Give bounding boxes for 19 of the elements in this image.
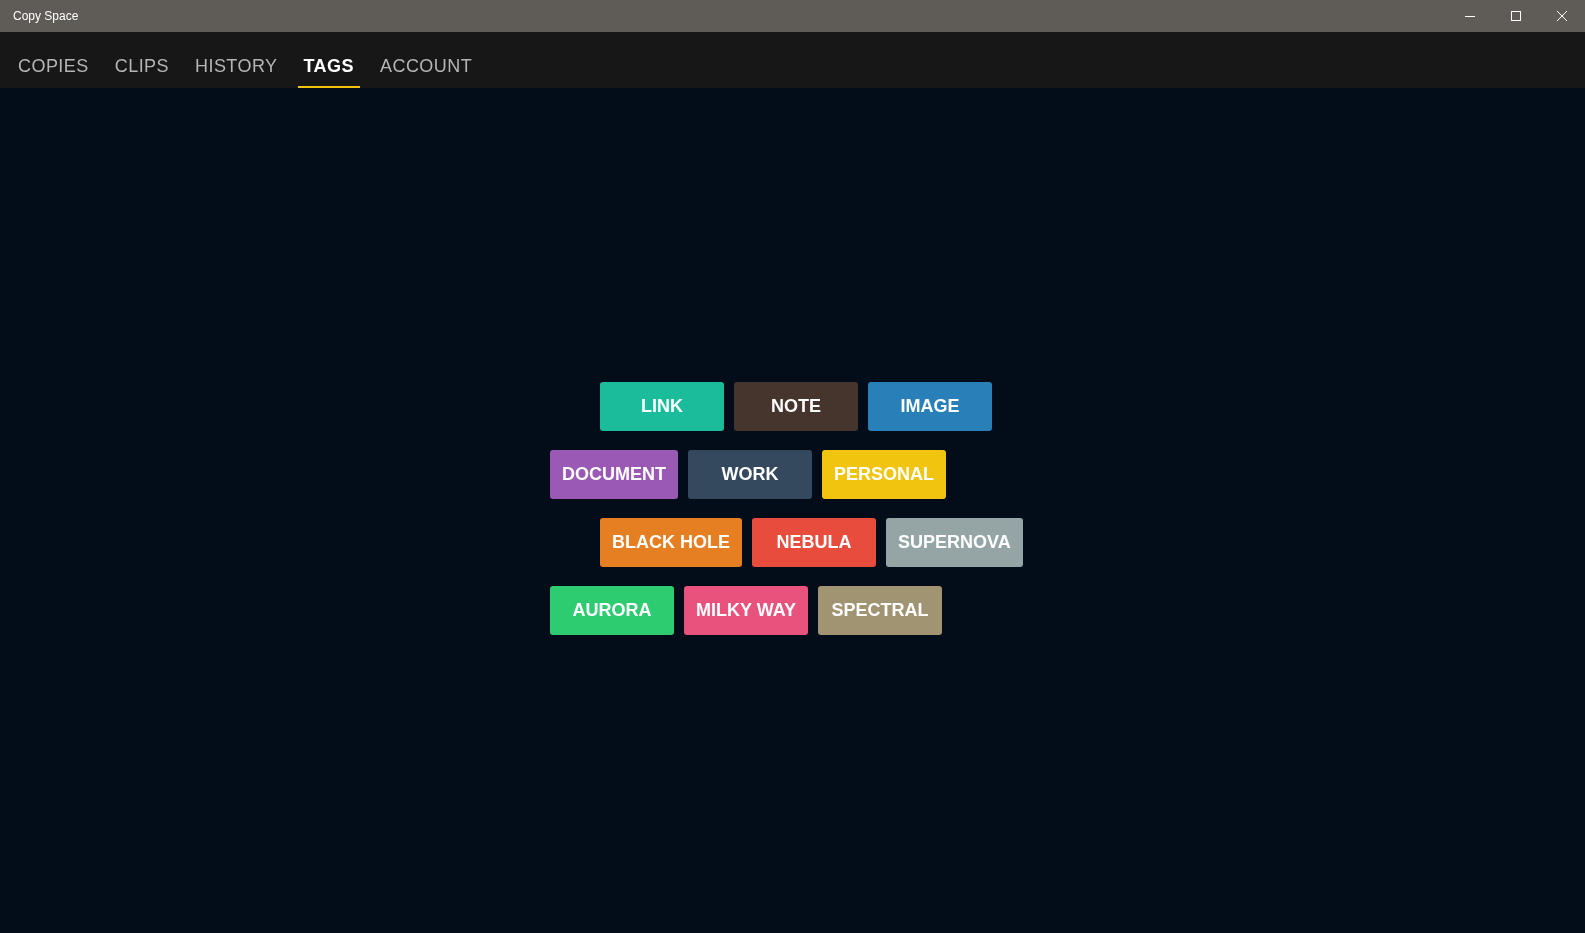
tag-button[interactable]: SUPERNOVA: [886, 518, 1023, 567]
tab[interactable]: COPIES: [12, 53, 95, 88]
minimize-icon: [1465, 15, 1475, 17]
tag-button[interactable]: IMAGE: [868, 382, 992, 431]
close-icon: [1557, 11, 1567, 21]
tag-button[interactable]: NOTE: [734, 382, 858, 431]
tag-button[interactable]: MILKY WAY: [684, 586, 809, 635]
maximize-icon: [1511, 11, 1521, 21]
tag-button[interactable]: DOCUMENT: [550, 450, 678, 499]
tab[interactable]: HISTORY: [189, 53, 284, 88]
tag-button[interactable]: NEBULA: [752, 518, 876, 567]
tag-button[interactable]: LINK: [600, 382, 724, 431]
window-title: Copy Space: [13, 8, 80, 25]
tab[interactable]: TAGS: [297, 53, 360, 88]
tab[interactable]: ACCOUNT: [374, 53, 479, 88]
tag-button[interactable]: SPECTRAL: [818, 586, 943, 635]
tag-button[interactable]: BLACK HOLE: [600, 518, 742, 567]
tab[interactable]: CLIPS: [108, 53, 175, 88]
tag-button[interactable]: WORK: [688, 450, 812, 499]
